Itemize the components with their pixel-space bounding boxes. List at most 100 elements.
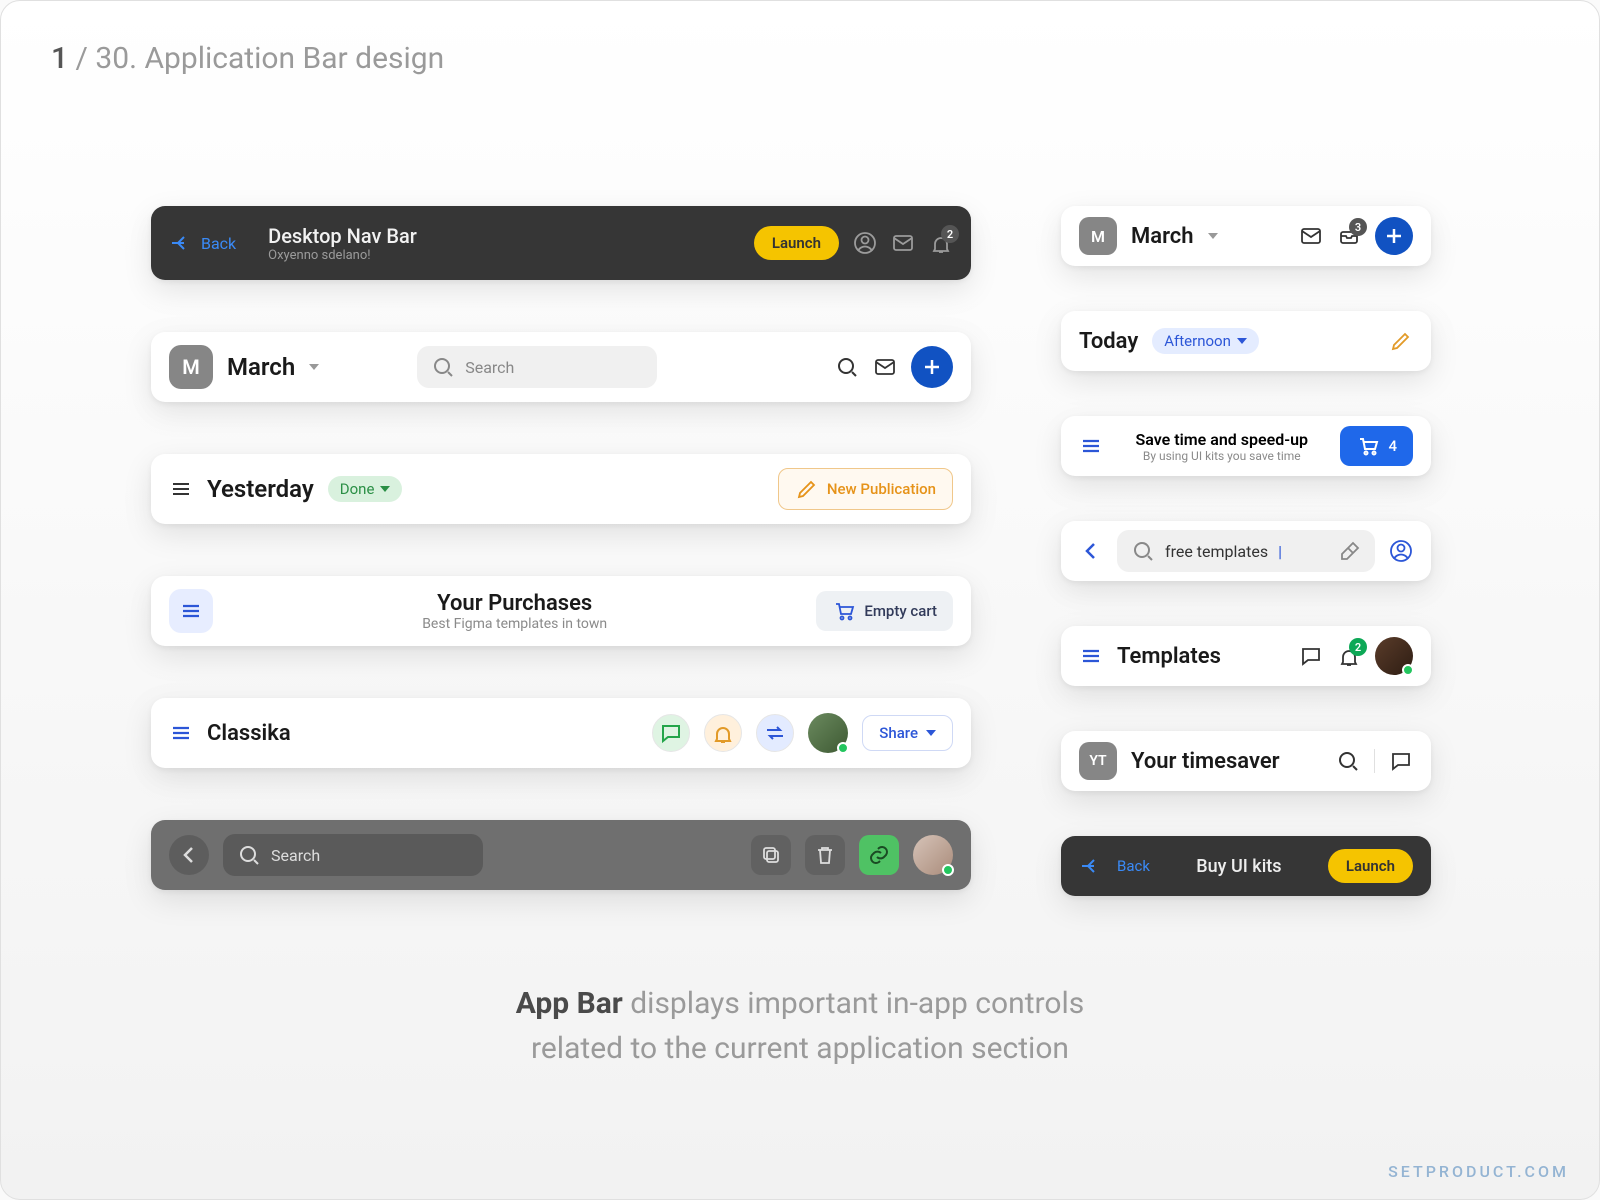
status-chip[interactable]: Done	[328, 476, 403, 502]
launch-button[interactable]: Launch	[754, 226, 839, 260]
divider	[1374, 749, 1375, 773]
logo-letter: M	[182, 355, 200, 379]
avatar[interactable]	[808, 713, 848, 753]
search-value: free templates	[1165, 542, 1268, 561]
page-title: Application Bar design	[144, 41, 444, 76]
inbox-icon[interactable]: 3	[1337, 224, 1361, 248]
chevron-down-icon[interactable]	[1208, 233, 1218, 239]
bell-icon[interactable]: 2	[1337, 644, 1361, 668]
back-label[interactable]: Back	[1117, 857, 1150, 875]
user-icon[interactable]	[1389, 539, 1413, 563]
appbar-savetime: Save time and speed-up By using UI kits …	[1061, 416, 1431, 476]
button-label: Empty cart	[864, 602, 937, 620]
menu-button[interactable]	[169, 589, 213, 633]
menu-icon[interactable]	[169, 477, 193, 501]
search-icon[interactable]	[835, 355, 859, 379]
user-icon[interactable]	[853, 231, 877, 255]
appbar-purchases: Your Purchases Best Figma templates in t…	[151, 576, 971, 646]
back-button[interactable]: Back	[169, 231, 236, 255]
search-placeholder: Search	[465, 358, 514, 377]
arrow-left-icon[interactable]	[1079, 854, 1103, 878]
caption-rest-2: related to the current application secti…	[531, 1031, 1069, 1066]
link-button[interactable]	[859, 835, 899, 875]
chip-label: Done	[340, 480, 375, 498]
appbar-subtitle: By using UI kits you save time	[1117, 449, 1326, 463]
button-label: New Publication	[827, 480, 936, 498]
back-label: Back	[201, 234, 236, 253]
chevron-left-icon[interactable]	[1079, 539, 1103, 563]
search-icon	[431, 355, 455, 379]
bell-icon[interactable]: 2	[929, 231, 953, 255]
share-button[interactable]: Share	[862, 715, 953, 751]
presence-dot	[837, 742, 849, 754]
mail-icon[interactable]	[873, 355, 897, 379]
appbar-title: Classika	[207, 721, 291, 746]
appbar-title: Your timesaver	[1131, 749, 1280, 774]
chat-icon[interactable]	[1299, 644, 1323, 668]
appbar-buy-kits: Back Buy UI kits Launch	[1061, 836, 1431, 896]
new-publication-button[interactable]: New Publication	[778, 468, 953, 510]
search-input[interactable]: Search	[223, 834, 483, 876]
appbar-timesaver: YT Your timesaver	[1061, 731, 1431, 791]
plus-icon	[920, 355, 944, 379]
menu-icon[interactable]	[1079, 434, 1103, 458]
pencil-icon[interactable]	[1389, 329, 1413, 353]
avatar[interactable]	[1375, 637, 1413, 675]
caption-rest-1: displays important in-app controls	[623, 986, 1084, 1021]
caption: App Bar displays important in-app contro…	[1, 981, 1599, 1071]
search-icon	[1131, 539, 1155, 563]
mail-icon[interactable]	[1299, 224, 1323, 248]
search-icon	[237, 843, 261, 867]
appbar-title: March	[227, 353, 295, 381]
search-input[interactable]: Search	[417, 346, 657, 388]
launch-button[interactable]: Launch	[1328, 849, 1413, 883]
back-button[interactable]	[169, 835, 209, 875]
menu-icon[interactable]	[1079, 644, 1103, 668]
plus-icon	[1382, 224, 1406, 248]
delete-button[interactable]	[805, 835, 845, 875]
bell-button[interactable]	[704, 714, 742, 752]
appbar-yesterday: Yesterday Done New Publication	[151, 454, 971, 524]
avatar[interactable]	[913, 835, 953, 875]
logo-letter: M	[1091, 227, 1105, 246]
chevron-down-icon[interactable]	[309, 364, 319, 370]
search-icon[interactable]	[1336, 749, 1360, 773]
chevron-left-icon	[177, 843, 201, 867]
add-button[interactable]	[911, 346, 953, 388]
appbar-classika: Classika Share	[151, 698, 971, 768]
launch-label: Launch	[1346, 857, 1395, 875]
logo-letter: YT	[1089, 753, 1106, 769]
search-input[interactable]: free templates|	[1117, 530, 1375, 572]
logo-badge: YT	[1079, 742, 1117, 780]
chat-icon[interactable]	[1389, 749, 1413, 773]
appbar-title: Save time and speed-up	[1117, 430, 1326, 449]
swap-button[interactable]	[756, 714, 794, 752]
chevron-down-icon	[380, 486, 390, 492]
copy-button[interactable]	[751, 835, 791, 875]
presence-dot	[1402, 664, 1414, 676]
appbar-title: March	[1131, 224, 1194, 249]
chat-button[interactable]	[652, 714, 690, 752]
eraser-icon[interactable]	[1337, 539, 1361, 563]
cart-icon	[832, 599, 856, 623]
page-index-current: 1	[51, 41, 68, 76]
menu-icon[interactable]	[169, 721, 193, 745]
presence-dot	[942, 864, 954, 876]
empty-cart-button[interactable]: Empty cart	[816, 591, 953, 631]
chevron-down-icon	[1237, 338, 1247, 344]
mail-icon[interactable]	[891, 231, 915, 255]
arrow-left-icon	[169, 231, 193, 255]
appbar-toolbar: Search	[151, 820, 971, 890]
page-header: 1 / 30. Application Bar design	[51, 41, 1549, 76]
appbar-title: Today	[1079, 329, 1138, 354]
inbox-badge: 3	[1349, 218, 1367, 236]
cart-button[interactable]: 4	[1340, 426, 1413, 466]
add-button[interactable]	[1375, 217, 1413, 255]
appbar-march: M March Search	[151, 332, 971, 402]
appbar-desktop-nav: Back Desktop Nav Bar Oxyenno sdelano! La…	[151, 206, 971, 280]
bell-icon	[711, 721, 735, 745]
launch-label: Launch	[772, 234, 821, 252]
appbar-title: Yesterday	[207, 475, 314, 503]
bell-badge: 2	[941, 225, 959, 243]
time-chip[interactable]: Afternoon	[1152, 328, 1259, 354]
